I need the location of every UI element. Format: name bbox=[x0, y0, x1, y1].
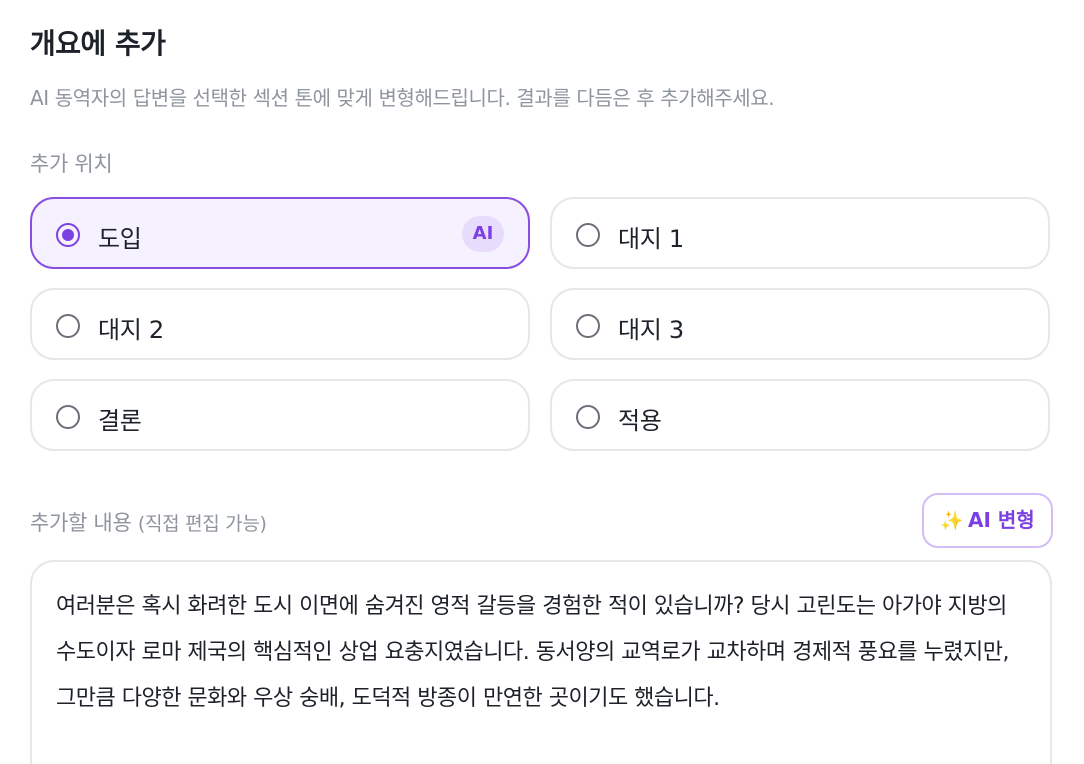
option-label: 대지 1 bbox=[618, 225, 684, 253]
add-to-outline-panel: 개요에 추가 AI 동역자의 답변을 선택한 섹션 톤에 맞게 변형해드립니다.… bbox=[0, 0, 1084, 764]
content-editor[interactable]: 여러분은 혹시 화려한 도시 이면에 숨겨진 영적 갈등을 경험한 적이 있습니… bbox=[30, 560, 1052, 764]
option-label: 도입 bbox=[98, 225, 142, 253]
panel-title: 개요에 추가 bbox=[30, 27, 166, 60]
option-label: 결론 bbox=[98, 407, 142, 435]
option-intro[interactable]: 도입 AI bbox=[30, 197, 530, 269]
panel-description: AI 동역자의 답변을 선택한 섹션 톤에 맞게 변형해드립니다. 결과를 다듬… bbox=[30, 86, 775, 110]
content-label-hint: (직접 편집 가능) bbox=[137, 513, 267, 535]
option-conclusion[interactable]: 결론 bbox=[30, 379, 530, 451]
radio-button[interactable] bbox=[56, 223, 80, 247]
content-label-text: 추가할 내용 bbox=[30, 511, 132, 535]
radio-button[interactable] bbox=[56, 314, 80, 338]
radio-button[interactable] bbox=[576, 223, 600, 247]
position-label: 추가 위치 bbox=[30, 152, 113, 176]
option-label: 대지 2 bbox=[98, 316, 164, 344]
option-label: 대지 3 bbox=[618, 316, 684, 344]
option-label: 적용 bbox=[618, 407, 662, 435]
radio-button[interactable] bbox=[56, 405, 80, 429]
option-point-2[interactable]: 대지 2 bbox=[30, 288, 530, 360]
option-point-3[interactable]: 대지 3 bbox=[550, 288, 1050, 360]
option-application[interactable]: 적용 bbox=[550, 379, 1050, 451]
content-label: 추가할 내용 (직접 편집 가능) bbox=[30, 507, 267, 537]
radio-button[interactable] bbox=[576, 314, 600, 338]
radio-button[interactable] bbox=[576, 405, 600, 429]
ai-transform-button[interactable]: ✨ AI 변형 bbox=[922, 493, 1053, 548]
ai-transform-label: AI 변형 bbox=[967, 508, 1035, 532]
ai-badge: AI bbox=[462, 216, 504, 252]
sparkle-icon: ✨ bbox=[940, 510, 964, 532]
option-point-1[interactable]: 대지 1 bbox=[550, 197, 1050, 269]
radio-selected-dot bbox=[62, 229, 74, 241]
